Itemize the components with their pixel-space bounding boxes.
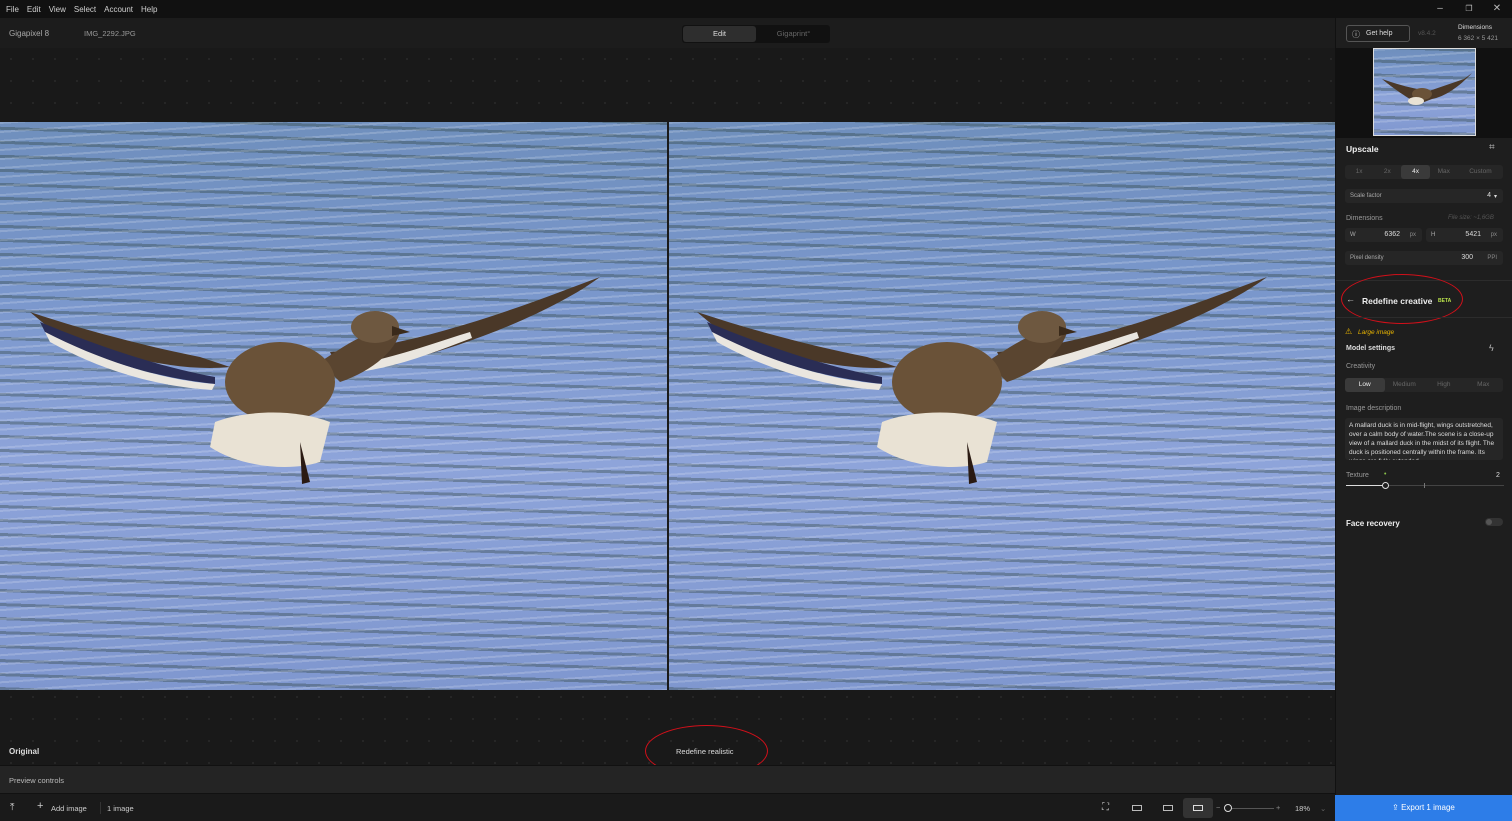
processed-image <box>669 122 1335 690</box>
creativity-low[interactable]: Low <box>1345 378 1385 392</box>
menu-bar: File Edit View Select Account Help – ❐ ✕ <box>0 0 1512 18</box>
restore-button[interactable]: ❐ <box>1461 4 1477 13</box>
help-icon: ⓘ <box>1352 30 1360 39</box>
zoom-in-icon[interactable]: + <box>1276 803 1280 812</box>
original-image <box>0 122 667 690</box>
fit-screen-icon[interactable]: ⛶ <box>1102 802 1109 813</box>
texture-value: 2 <box>1496 472 1500 479</box>
tab-gigaprint[interactable]: Gigaprint° <box>757 25 830 43</box>
file-size-label: File size: ~1,6GB <box>1448 215 1494 221</box>
menu-file[interactable]: File <box>0 5 23 14</box>
pixel-density-unit[interactable]: PPI <box>1487 255 1497 261</box>
preview-controls-label: Preview controls <box>9 776 65 785</box>
split-view-icon[interactable] <box>1163 805 1173 811</box>
single-view-icon[interactable] <box>1132 805 1142 811</box>
menu-edit[interactable]: Edit <box>23 5 45 14</box>
app-name: Gigapixel 8 <box>9 29 50 38</box>
texture-indicator: • <box>1384 471 1387 478</box>
tab-edit[interactable]: Edit <box>683 26 756 42</box>
zoom-slider-handle[interactable] <box>1224 804 1232 812</box>
preview-controls-bar[interactable]: Preview controls <box>0 765 1335 793</box>
dimensions-value: 6 362 × 5 421 <box>1458 35 1498 42</box>
navigator-thumbnail[interactable] <box>1373 48 1476 136</box>
texture-label: Texture <box>1346 472 1369 479</box>
scale-custom[interactable]: Custom <box>1458 165 1503 179</box>
zoom-dropdown-icon[interactable]: ⌄ <box>1320 804 1326 813</box>
scale-factor-value: 4 <box>1487 192 1491 199</box>
scale-factor-dropdown[interactable]: Scale factor 4 ▾ <box>1345 189 1503 203</box>
menu-account[interactable]: Account <box>100 5 137 14</box>
scale-4x[interactable]: 4x <box>1401 165 1430 179</box>
zoom-level[interactable]: 18% <box>1295 804 1310 813</box>
title-bar: Gigapixel 8 IMG_2292.JPG <box>0 18 1335 48</box>
magic-wand-icon[interactable]: ϟ <box>1489 343 1494 353</box>
menu-help[interactable]: Help <box>137 5 161 14</box>
large-image-warning: Large image <box>1358 329 1395 336</box>
height-unit[interactable]: px <box>1491 232 1497 238</box>
pixel-density-value: 300 <box>1461 254 1473 261</box>
texture-default-tick <box>1424 483 1425 488</box>
texture-slider-handle[interactable] <box>1381 482 1389 489</box>
creativity-max[interactable]: Max <box>1464 378 1504 392</box>
scale-factor-label: Scale factor <box>1350 193 1382 199</box>
get-help-label: Get help <box>1366 30 1393 37</box>
texture-slider-fill <box>1346 485 1386 486</box>
side-by-side-icon <box>1193 805 1203 811</box>
creativity-medium[interactable]: Medium <box>1385 378 1425 392</box>
zoom-slider[interactable] <box>1226 808 1274 809</box>
height-label: H <box>1431 232 1436 238</box>
face-recovery-toggle[interactable] <box>1485 518 1503 526</box>
add-image-button[interactable]: Add image <box>51 804 87 813</box>
menu-view[interactable]: View <box>45 5 70 14</box>
file-name: IMG_2292.JPG <box>84 29 136 38</box>
export-icon: ⇪ <box>1392 803 1402 812</box>
image-description-input[interactable]: A mallard duck is in mid-flight, wings o… <box>1345 418 1503 460</box>
mode-switch: Edit Gigaprint° <box>682 25 830 43</box>
export-button[interactable]: ⇪ Export 1 image <box>1335 795 1512 821</box>
height-value: 5421 <box>1465 231 1481 238</box>
face-recovery-title: Face recovery <box>1346 519 1400 528</box>
height-field[interactable]: H 5421 px <box>1426 228 1503 242</box>
model-settings-title: Model settings <box>1346 345 1396 352</box>
warning-icon: ⚠ <box>1345 327 1353 336</box>
zoom-out-icon[interactable]: − <box>1216 803 1220 812</box>
scale-selector: 1x 2x 4x Max Custom <box>1345 165 1503 179</box>
scale-1x[interactable]: 1x <box>1345 165 1373 179</box>
pixel-density-label: Pixel density <box>1350 255 1384 261</box>
creativity-label: Creativity <box>1346 363 1376 370</box>
crop-icon[interactable]: ⌗ <box>1489 142 1495 153</box>
chevron-down-icon: ▾ <box>1493 194 1497 200</box>
original-label: Original <box>9 747 40 756</box>
bottom-toolbar: ⤒ + Add image 1 image ⛶ − + 18% ⌄ <box>0 793 1335 821</box>
upload-icon[interactable]: ⤒ <box>10 802 14 813</box>
width-label: W <box>1350 232 1356 238</box>
image-description-label: Image description <box>1346 405 1402 412</box>
scale-2x[interactable]: 2x <box>1373 165 1401 179</box>
version-label: v8.4.2 <box>1418 30 1436 37</box>
image-count: 1 image <box>107 804 134 813</box>
plus-icon[interactable]: + <box>37 800 43 812</box>
creativity-selector: Low Medium High Max <box>1345 378 1503 392</box>
dimensions-label: Dimensions <box>1458 24 1492 31</box>
pixel-density-field[interactable]: Pixel density 300 PPI <box>1345 251 1503 265</box>
menu-select[interactable]: Select <box>70 5 100 14</box>
dimensions-section-label: Dimensions <box>1346 215 1383 222</box>
upscale-title: Upscale <box>1346 144 1379 154</box>
export-button-label: Export 1 image <box>1401 803 1455 812</box>
width-unit[interactable]: px <box>1410 232 1416 238</box>
creativity-high[interactable]: High <box>1424 378 1464 392</box>
minimize-button[interactable]: – <box>1432 3 1448 14</box>
width-field[interactable]: W 6362 px <box>1345 228 1422 242</box>
scale-max[interactable]: Max <box>1430 165 1458 179</box>
width-value: 6362 <box>1384 231 1400 238</box>
close-button[interactable]: ✕ <box>1489 3 1505 14</box>
